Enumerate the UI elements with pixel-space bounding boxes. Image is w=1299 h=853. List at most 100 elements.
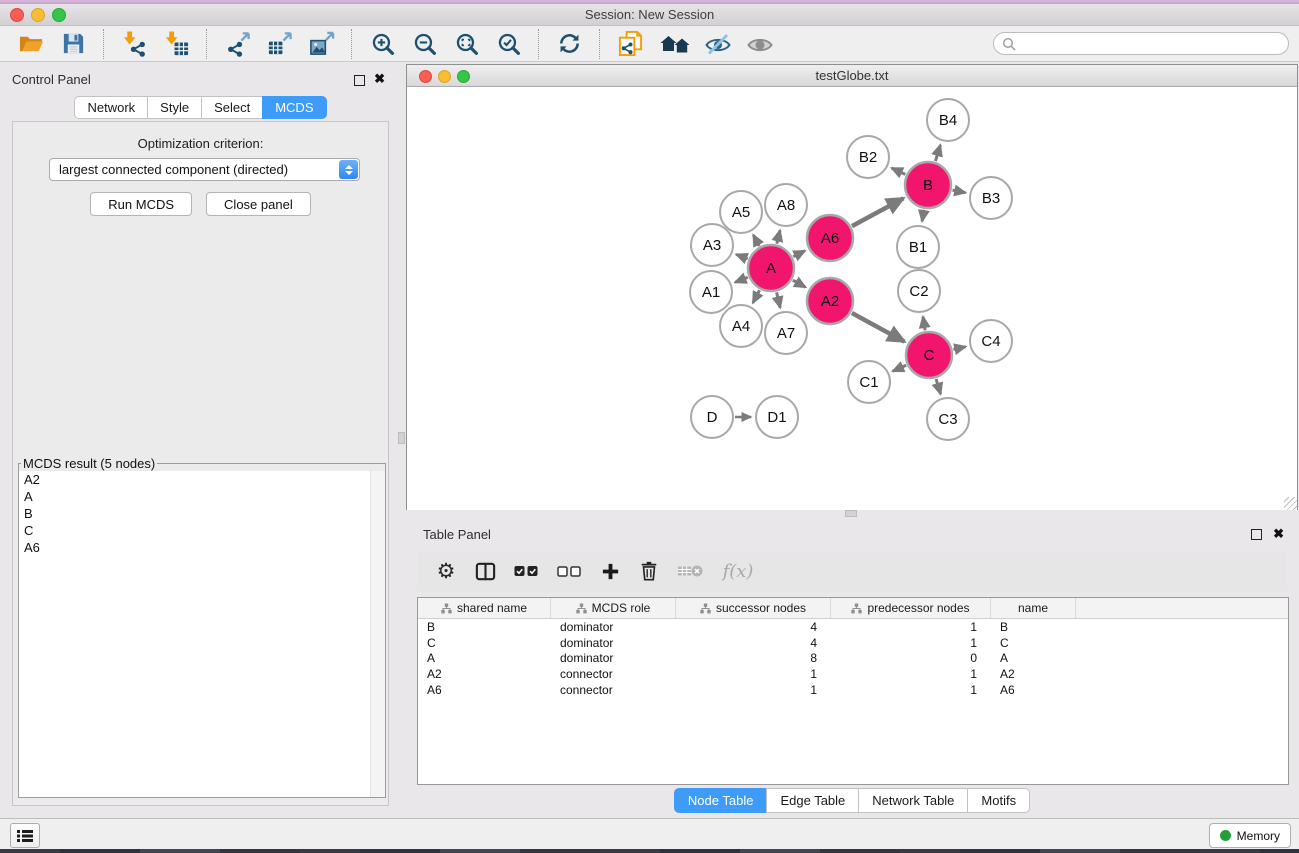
float-panel-icon[interactable] <box>354 75 365 86</box>
table-cell[interactable]: 4 <box>676 636 831 650</box>
refresh-view-button[interactable] <box>553 28 585 60</box>
table-cell[interactable]: 1 <box>831 620 991 634</box>
table-cell[interactable]: 4 <box>676 620 831 634</box>
close-panel-button[interactable]: Close panel <box>206 192 311 216</box>
table-cell[interactable]: dominator <box>551 651 676 665</box>
table-cell[interactable]: 8 <box>676 651 831 665</box>
table-row[interactable]: A2connector11A2 <box>418 666 1288 682</box>
graph-edge-A-A2[interactable] <box>793 280 806 287</box>
zoom-selected-button[interactable] <box>492 28 524 60</box>
import-table-button[interactable] <box>160 28 192 60</box>
mcds-result-item[interactable]: A2 <box>19 471 385 488</box>
search-input[interactable] <box>1021 34 1288 54</box>
tab-select[interactable]: Select <box>201 96 263 119</box>
hide-selected-button[interactable] <box>702 28 734 60</box>
column-header-MCDS-role[interactable]: MCDS role <box>551 598 676 618</box>
table-cell[interactable]: A <box>418 651 551 665</box>
split-table-button[interactable] <box>470 556 500 586</box>
graph-edge-B-B1[interactable] <box>922 210 924 222</box>
table-cell[interactable]: A <box>991 651 1076 665</box>
duplicate-network-button[interactable] <box>614 28 646 60</box>
graph-edge-C-C1[interactable] <box>893 365 907 371</box>
graph-edge-A-A3[interactable] <box>736 254 748 259</box>
table-row[interactable]: A6connector11A6 <box>418 682 1288 698</box>
criterion-dropdown[interactable]: largest connected component (directed) <box>49 158 360 181</box>
export-network-button[interactable] <box>221 28 253 60</box>
table-cell[interactable]: B <box>418 620 551 634</box>
table-cell[interactable]: B <box>991 620 1076 634</box>
show-all-button[interactable] <box>744 28 776 60</box>
memory-button[interactable]: Memory <box>1209 823 1291 848</box>
create-column-button[interactable] <box>595 556 625 586</box>
function-builder-button[interactable]: f(x) <box>716 556 760 586</box>
table-cell[interactable]: A6 <box>418 683 551 697</box>
tab-node-table[interactable]: Node Table <box>674 788 768 813</box>
table-cell[interactable]: 1 <box>831 683 991 697</box>
graph-edge-A-A8[interactable] <box>777 230 780 243</box>
zoom-in-button[interactable] <box>366 28 398 60</box>
delete-column-button[interactable] <box>634 556 664 586</box>
graph-edge-A-A1[interactable] <box>735 277 748 282</box>
mcds-result-list[interactable]: A2ABCA6 <box>19 471 385 797</box>
close-panel-icon[interactable]: ✖ <box>374 71 385 87</box>
home-views-button[interactable] <box>656 28 692 60</box>
table-cell[interactable]: 1 <box>676 667 831 681</box>
delete-table-button[interactable] <box>673 556 707 586</box>
graph-edge-B-B3[interactable] <box>953 190 966 193</box>
vertical-divider-grip[interactable] <box>398 432 405 444</box>
float-table-panel-icon[interactable] <box>1251 529 1262 540</box>
mcds-result-item[interactable]: C <box>19 522 385 539</box>
window-resize-grip[interactable] <box>1284 497 1297 510</box>
table-cell[interactable]: dominator <box>551 620 676 634</box>
graph-edge-C-C3[interactable] <box>936 379 941 394</box>
table-row[interactable]: Cdominator41C <box>418 635 1288 651</box>
select-all-columns-button[interactable] <box>509 556 543 586</box>
table-cell[interactable]: C <box>418 636 551 650</box>
table-cell[interactable]: 1 <box>676 683 831 697</box>
import-network-button[interactable] <box>118 28 150 60</box>
table-cell[interactable]: 0 <box>831 651 991 665</box>
column-header-name[interactable]: name <box>991 598 1076 618</box>
search-field[interactable] <box>993 32 1289 55</box>
mcds-result-item[interactable]: A6 <box>19 539 385 556</box>
graph-edge-C-C2[interactable] <box>923 317 925 331</box>
network-graph[interactable]: B4B2BB3A8A5A6A3B1AA1C2A2A4A7C4CC1C3DD1 <box>407 87 1297 510</box>
table-settings-button[interactable]: ⚙ <box>431 556 461 586</box>
column-header-predecessor-nodes[interactable]: predecessor nodes <box>831 598 991 618</box>
graph-edge-A-A7[interactable] <box>777 292 781 307</box>
zoom-fit-button[interactable] <box>450 28 482 60</box>
mcds-result-item[interactable]: B <box>19 505 385 522</box>
unselect-all-columns-button[interactable] <box>552 556 586 586</box>
table-cell[interactable]: connector <box>551 667 676 681</box>
export-table-button[interactable] <box>263 28 295 60</box>
export-image-button[interactable] <box>305 28 337 60</box>
graph-edge-A-A4[interactable] <box>753 290 760 303</box>
tab-network[interactable]: Network <box>74 96 148 119</box>
network-window-titlebar[interactable]: testGlobe.txt <box>407 65 1297 87</box>
graph-edge-B-B2[interactable] <box>892 168 906 174</box>
table-row[interactable]: Adominator80A <box>418 651 1288 667</box>
table-cell[interactable]: dominator <box>551 636 676 650</box>
horizontal-divider-grip[interactable] <box>845 510 857 517</box>
zoom-out-button[interactable] <box>408 28 440 60</box>
table-cell[interactable]: A2 <box>991 667 1076 681</box>
network-canvas[interactable]: B4B2BB3A8A5A6A3B1AA1C2A2A4A7C4CC1C3DD1 <box>407 87 1297 510</box>
graph-edge-A-A6[interactable] <box>793 251 805 257</box>
table-cell[interactable]: connector <box>551 683 676 697</box>
column-header-shared-name[interactable]: shared name <box>418 598 551 618</box>
result-scrollbar[interactable] <box>370 471 385 797</box>
tab-mcds[interactable]: MCDS <box>262 96 326 119</box>
graph-edge-A6-B[interactable] <box>852 198 903 226</box>
mcds-result-item[interactable]: A <box>19 488 385 505</box>
graph-edge-B-B4[interactable] <box>935 145 940 161</box>
run-mcds-button[interactable]: Run MCDS <box>90 192 192 216</box>
save-session-button[interactable] <box>57 28 89 60</box>
table-cell[interactable]: A6 <box>991 683 1076 697</box>
open-file-button[interactable] <box>15 28 47 60</box>
table-cell[interactable]: 1 <box>831 667 991 681</box>
graph-edge-A-A5[interactable] <box>753 235 759 246</box>
tab-edge-table[interactable]: Edge Table <box>766 788 859 813</box>
table-cell[interactable]: 1 <box>831 636 991 650</box>
graph-edge-A2-C[interactable] <box>852 313 905 342</box>
tab-style[interactable]: Style <box>147 96 202 119</box>
